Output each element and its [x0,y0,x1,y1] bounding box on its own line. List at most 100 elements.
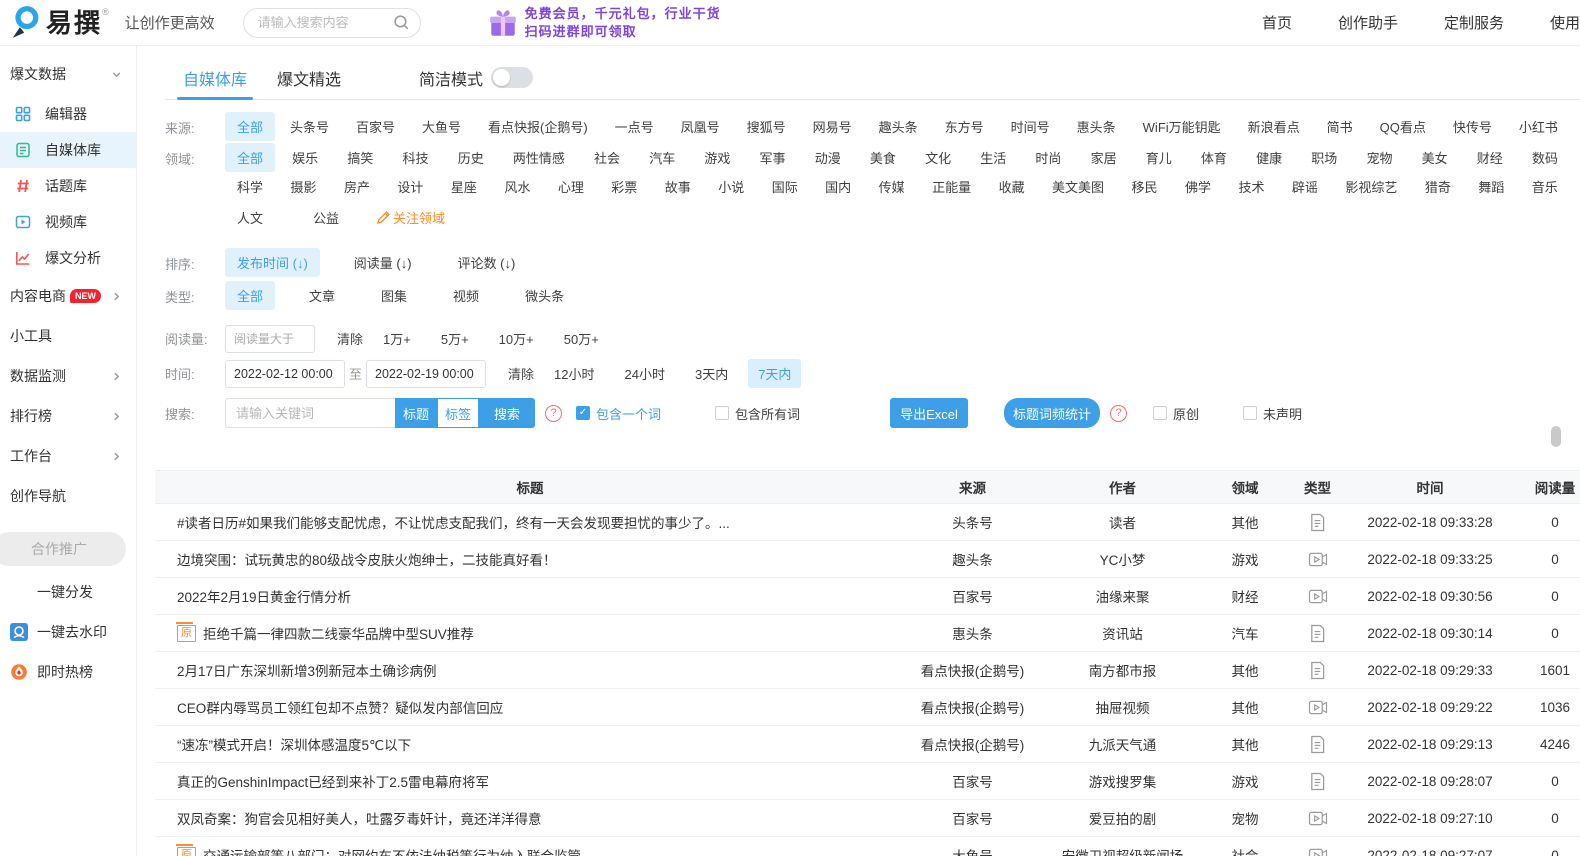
source-option[interactable]: 看点快报(企鹅号) [476,112,600,141]
contain-one-word-checkbox[interactable]: ✓ 包含一个词 [576,404,661,423]
domain-option[interactable]: 故事 [653,172,703,201]
domain-option[interactable]: 美女 [1410,143,1460,172]
article-title[interactable]: 真正的GenshinImpact已经到来补丁2.5雷电幕府将军 [177,771,489,791]
time-preset[interactable]: 12小时 [544,359,604,388]
title-word-frequency-button[interactable]: 标题词频统计 [1004,398,1101,428]
tab-hot-selection[interactable]: 爆文精选 [277,56,341,100]
article-title[interactable]: 双凤奇案：狗官会见相好美人，吐露歹毒奸计，竟还洋洋得意 [177,808,542,828]
time-to-input[interactable] [366,359,487,388]
type-option[interactable]: 图集 [369,281,419,310]
article-title[interactable]: 2022年2月19日黄金行情分析 [177,586,351,606]
nav-item-1[interactable]: 首页 [1262,12,1292,33]
logo[interactable]: 易撰 ® [0,3,109,43]
domain-option[interactable]: 传媒 [867,172,917,201]
contain-all-words-checkbox[interactable]: 包含所有词 [715,404,800,423]
article-title[interactable]: “速冻”模式开启！深圳体感温度5℃以下 [177,734,411,754]
domain-option[interactable]: 时尚 [1023,143,1073,172]
domain-option[interactable]: 科技 [391,143,441,172]
domain-option[interactable]: 星座 [439,172,489,201]
source-option[interactable]: 搜狐号 [735,112,798,141]
source-option[interactable]: 大鱼号 [410,112,473,141]
domain-option[interactable]: 全部 [225,143,276,172]
domain-option[interactable]: 军事 [748,143,798,172]
sidebar-group-baowen-data[interactable]: 爆文数据 [0,58,136,96]
sort-option[interactable]: 阅读量 (↓) [342,248,424,277]
time-from-input[interactable] [225,359,345,388]
frequency-help-icon[interactable]: ? [1110,404,1128,422]
domain-option[interactable]: 历史 [446,143,496,172]
domain-option[interactable]: 佛学 [1173,172,1223,201]
domain-option[interactable]: 职场 [1299,143,1349,172]
domain-option[interactable]: 社会 [582,143,632,172]
source-option[interactable]: 百家号 [344,112,407,141]
search-by-tag-button[interactable]: 标签 [437,398,479,428]
nav-item-3[interactable]: 定制服务 [1444,12,1504,33]
domain-option[interactable]: 美食 [858,143,908,172]
domain-option[interactable]: 文化 [913,143,963,172]
sidebar-tool-1[interactable]: 一键分发 [0,572,136,612]
sidebar-item-video[interactable]: 视频库 [0,204,136,240]
domain-option[interactable]: 科学 [225,172,275,201]
source-option[interactable]: 小红书 [1507,112,1570,141]
time-preset[interactable]: 3天内 [685,359,738,388]
search-button[interactable]: 搜索 [479,398,535,428]
domain-option[interactable]: 房产 [332,172,382,201]
sidebar-section-3[interactable]: 数据监测 [0,356,136,396]
tab-media-library[interactable]: 自媒体库 [176,56,254,100]
source-option[interactable]: 趣头条 [867,112,930,141]
time-preset[interactable]: 7天内 [748,359,802,388]
reads-preset[interactable]: 50万+ [554,324,609,353]
domain-option[interactable]: 公益 [301,203,351,232]
sort-option[interactable]: 发布时间 (↓) [225,248,320,277]
vertical-scrollbar-thumb[interactable] [1551,426,1561,447]
domain-option[interactable]: 技术 [1226,172,1276,201]
source-option[interactable]: 头条号 [278,112,341,141]
reads-preset[interactable]: 10万+ [489,324,544,353]
type-option[interactable]: 文章 [297,281,347,310]
domain-option[interactable]: 育儿 [1134,143,1184,172]
domain-option[interactable]: 舞蹈 [1466,172,1516,201]
domain-option[interactable]: 人文 [225,203,275,232]
domain-option[interactable]: 国内 [813,172,863,201]
domain-option[interactable]: 数码 [1520,143,1570,172]
domain-option[interactable]: 移民 [1120,172,1170,201]
sidebar-item-doc[interactable]: 自媒体库 [0,132,136,168]
article-title[interactable]: CEO群内辱骂员工领红包却不点赞？疑似发内部信回应 [177,697,503,717]
source-option[interactable]: QQ看点 [1368,112,1438,141]
domain-option[interactable]: 国际 [760,172,810,201]
source-option[interactable]: 惠头条 [1065,112,1128,141]
follow-domain-link[interactable]: 关注领域 [377,203,445,232]
search-help-icon[interactable]: ? [545,404,562,422]
type-option[interactable]: 视频 [441,281,491,310]
source-option[interactable]: WiFi万能钥匙 [1131,112,1233,141]
domain-option[interactable]: 生活 [968,143,1018,172]
source-option[interactable]: 网易号 [801,112,864,141]
sidebar-section-5[interactable]: 工作台 [0,436,136,476]
sort-option[interactable]: 评论数 (↓) [446,248,528,277]
domain-option[interactable]: 收藏 [987,172,1037,201]
search-icon[interactable] [393,14,410,31]
header-search-input[interactable] [257,15,393,30]
domain-option[interactable]: 家居 [1079,143,1129,172]
domain-option[interactable]: 风水 [492,172,542,201]
source-option[interactable]: 全部 [225,112,276,141]
article-title[interactable]: 交通运输部等八部门：对网约车不依法纳税等行为纳入联合监管 [203,845,581,856]
domain-option[interactable]: 摄影 [278,172,328,201]
export-excel-button[interactable]: 导出Excel [890,398,969,428]
search-by-title-button[interactable]: 标题 [395,398,437,428]
domain-option[interactable]: 动漫 [803,143,853,172]
time-preset[interactable]: 24小时 [615,359,675,388]
type-option[interactable]: 微头条 [513,281,576,310]
source-option[interactable]: 东方号 [933,112,996,141]
domain-option[interactable]: 美文美图 [1040,172,1116,201]
sidebar-section-6[interactable]: 创作导航 [0,476,136,516]
domain-option[interactable]: 音乐 [1520,172,1570,201]
domain-option[interactable]: 宠物 [1354,143,1404,172]
domain-option[interactable]: 心理 [546,172,596,201]
source-option[interactable]: 新浪看点 [1236,112,1312,141]
domain-option[interactable]: 游戏 [692,143,742,172]
domain-option[interactable]: 健康 [1244,143,1294,172]
sidebar-coop-promo[interactable]: 合作推广 [0,532,126,566]
sidebar-section-2[interactable]: 小工具 [0,316,136,356]
domain-option[interactable]: 辟谣 [1280,172,1330,201]
